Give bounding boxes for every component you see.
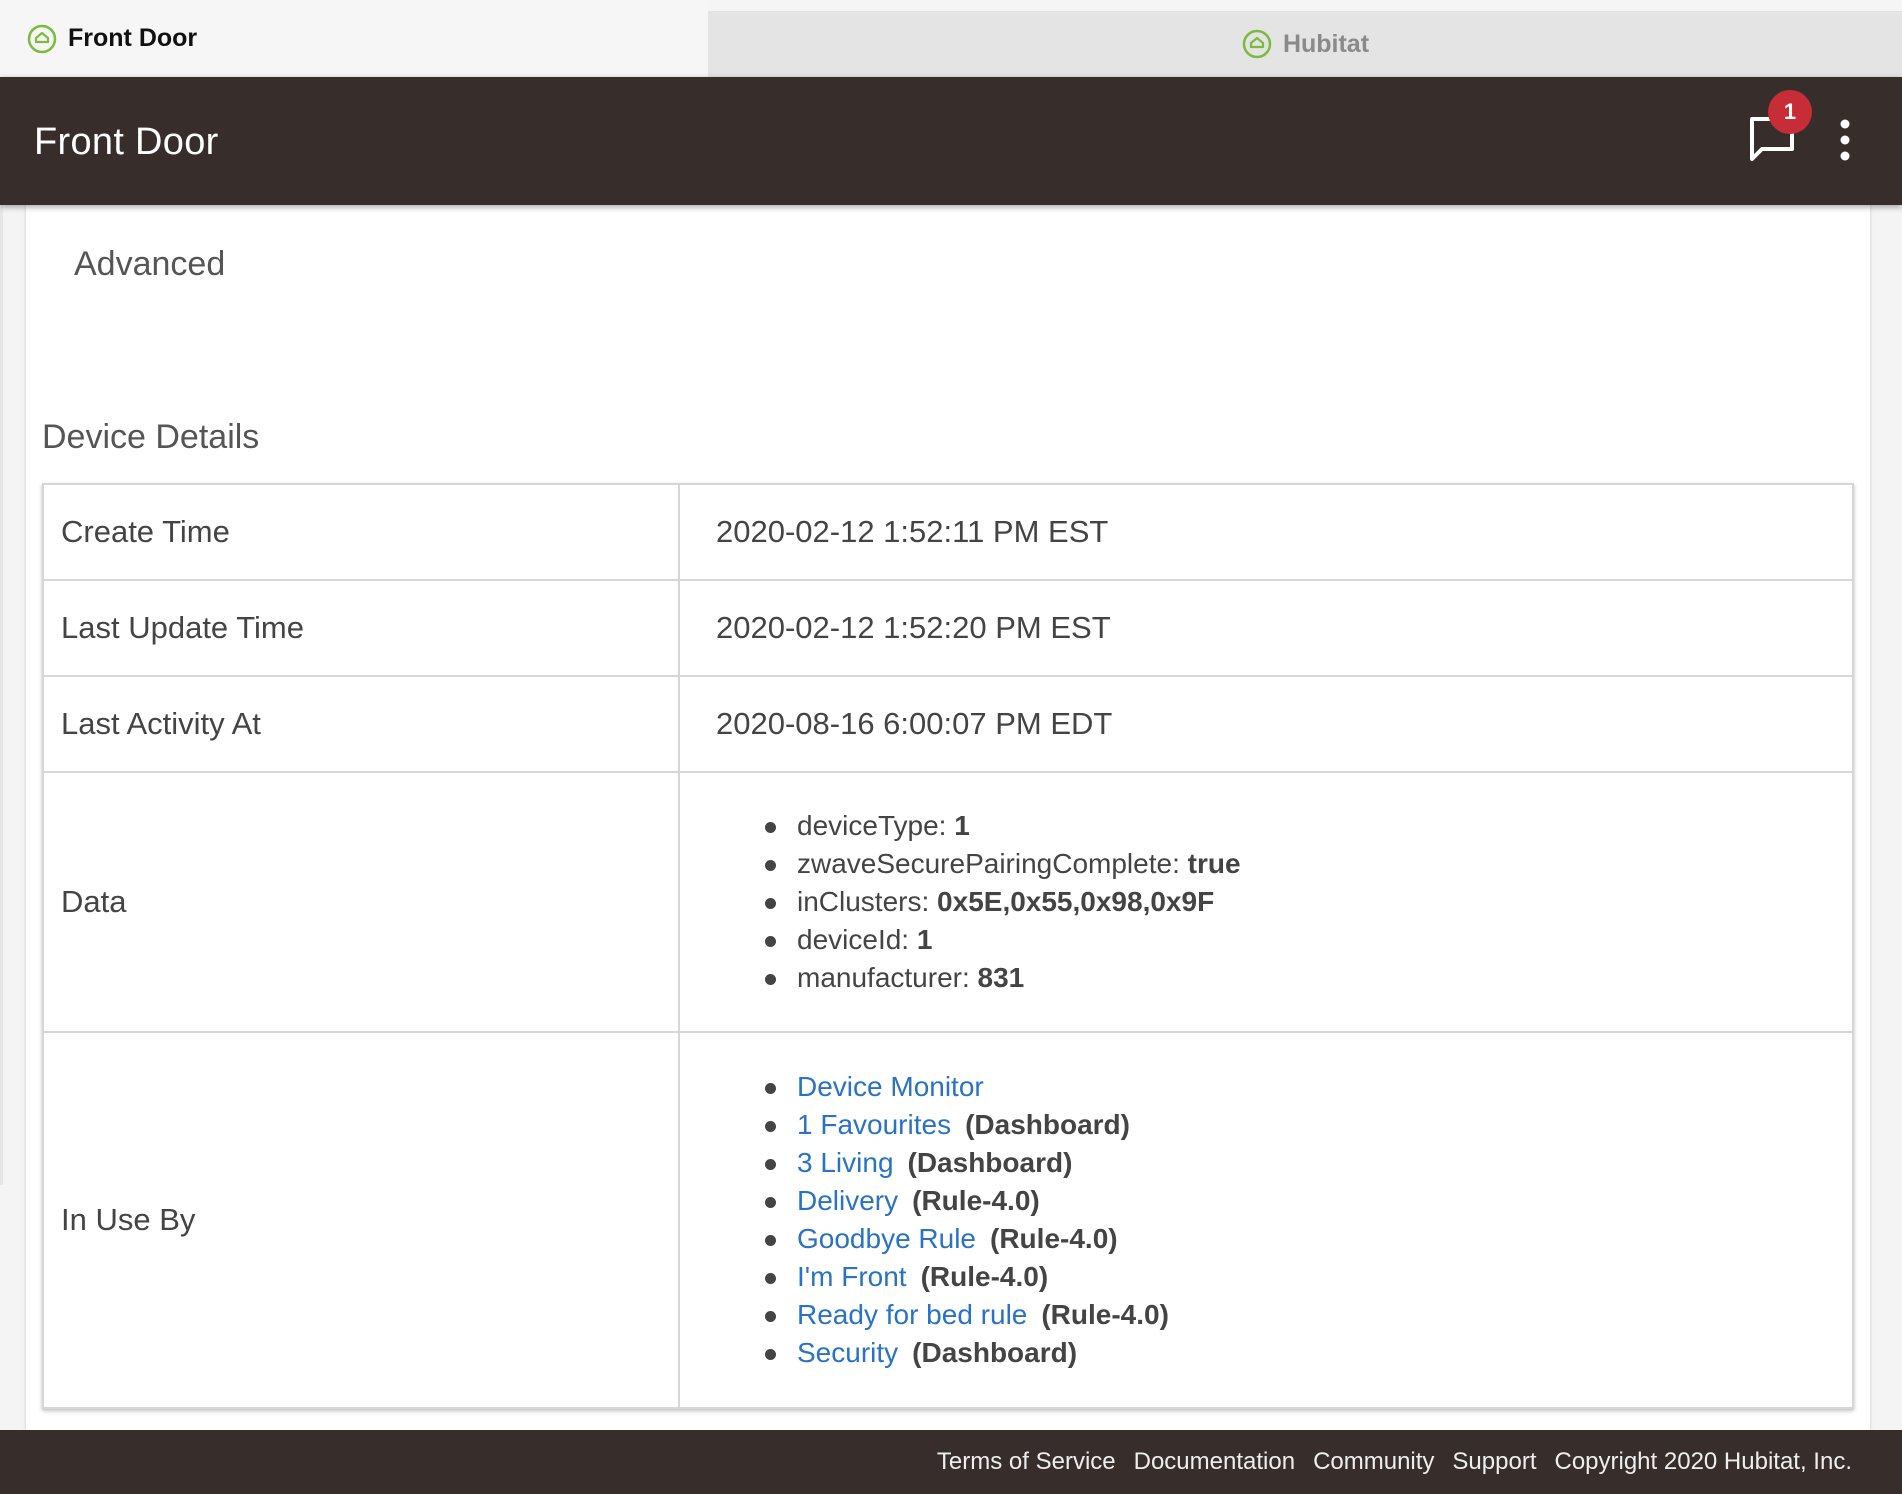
hubitat-logo-icon <box>26 23 58 55</box>
list-item: Device Monitor <box>765 1068 1851 1106</box>
footer: Terms of Service Documentation Community… <box>0 1430 1902 1494</box>
app-type: (Rule-4.0) <box>990 1223 1118 1254</box>
footer-copyright: Copyright 2020 Hubitat, Inc. <box>1554 1448 1852 1475</box>
advanced-toggle[interactable]: Advanced <box>74 245 225 284</box>
app-link[interactable]: Ready for bed rule <box>797 1299 1027 1330</box>
data-key: inClusters <box>797 886 922 917</box>
table-row: Create Time 2020-02-12 1:52:11 PM EST <box>42 483 1854 581</box>
create-time-label: Create Time <box>42 483 680 581</box>
app-type: (Dashboard) <box>965 1109 1130 1140</box>
app-link[interactable]: 3 Living <box>797 1147 894 1178</box>
app-bar: Front Door <box>0 77 1902 205</box>
data-key: deviceId <box>797 924 902 955</box>
last-activity-at-value: 2020-08-16 6:00:07 PM EDT <box>678 675 1854 773</box>
table-row: Last Update Time 2020-02-12 1:52:20 PM E… <box>42 579 1854 677</box>
app-link[interactable]: 1 Favourites <box>797 1109 951 1140</box>
tab-label: Front Door <box>68 24 198 52</box>
more-menu-button[interactable] <box>1830 115 1860 165</box>
app-type: (Dashboard) <box>907 1147 1073 1178</box>
list-item: deviceType: 1 <box>765 807 1851 845</box>
create-time-value: 2020-02-12 1:52:11 PM EST <box>678 483 1854 581</box>
list-item: deviceId: 1 <box>765 921 1851 959</box>
last-activity-at-label: Last Activity At <box>42 675 680 773</box>
list-item: 3 Living (Dashboard) <box>765 1144 1851 1182</box>
data-value: deviceType: 1 zwaveSecurePairingComplete… <box>678 771 1854 1033</box>
data-value-text: 1 <box>916 924 933 955</box>
data-value-text: 1 <box>954 810 970 841</box>
footer-link-support[interactable]: Support <box>1452 1448 1536 1476</box>
last-update-time-label: Last Update Time <box>42 579 680 677</box>
device-details-table: Create Time 2020-02-12 1:52:11 PM EST La… <box>42 483 1854 1409</box>
table-row: Data deviceType: 1 zwaveSecurePairingCom… <box>42 771 1854 1033</box>
list-item: Security (Dashboard) <box>765 1334 1851 1372</box>
data-list: deviceType: 1 zwaveSecurePairingComplete… <box>681 807 1851 997</box>
footer-link-documentation[interactable]: Documentation <box>1134 1448 1295 1476</box>
in-use-by-value: Device Monitor 1 Favourites (Dashboard) 3… <box>678 1031 1854 1409</box>
tab-label: Hubitat <box>1282 29 1370 58</box>
app-link[interactable]: Goodbye Rule <box>797 1223 976 1254</box>
device-details-title: Device Details <box>42 418 260 456</box>
app-link[interactable]: Security <box>797 1337 898 1368</box>
list-item: Ready for bed rule (Rule-4.0) <box>765 1296 1851 1334</box>
list-item: manufacturer: 831 <box>765 959 1851 997</box>
app-type: (Dashboard) <box>912 1337 1078 1368</box>
footer-link-terms[interactable]: Terms of Service <box>937 1448 1116 1476</box>
last-update-time-value: 2020-02-12 1:52:20 PM EST <box>678 579 1854 677</box>
list-item: I'm Front (Rule-4.0) <box>765 1258 1851 1296</box>
data-label: Data <box>42 771 680 1033</box>
footer-link-community[interactable]: Community <box>1313 1448 1434 1476</box>
page-title: Front Door <box>34 121 219 163</box>
notification-count-badge[interactable]: 1 <box>1768 90 1812 134</box>
data-key: manufacturer <box>797 962 962 993</box>
more-vert-icon <box>1840 119 1850 161</box>
table-row: Last Activity At 2020-08-16 6:00:07 PM E… <box>42 675 1854 773</box>
list-item: Delivery (Rule-4.0) <box>765 1182 1851 1220</box>
in-use-by-list: Device Monitor 1 Favourites (Dashboard) 3… <box>681 1068 1851 1372</box>
data-value-text: true <box>1187 848 1241 879</box>
data-key: zwaveSecurePairingComplete <box>797 848 1173 879</box>
hubitat-logo-icon <box>1241 28 1273 60</box>
in-use-by-label: In Use By <box>42 1031 680 1409</box>
app-link[interactable]: Delivery <box>797 1185 898 1216</box>
footer-links: Terms of Service Documentation Community… <box>919 1430 1852 1494</box>
data-value-text: 831 <box>977 962 1025 993</box>
tab-hubitat[interactable]: Hubitat <box>708 11 1902 77</box>
app-type: (Rule-4.0) <box>1041 1299 1169 1330</box>
app-link[interactable]: I'm Front <box>797 1261 907 1292</box>
app-type: (Rule-4.0) <box>920 1261 1049 1292</box>
list-item: Goodbye Rule (Rule-4.0) <box>765 1220 1851 1258</box>
data-key: deviceType <box>797 810 939 841</box>
list-item: 1 Favourites (Dashboard) <box>765 1106 1851 1144</box>
tab-front-door[interactable]: Front Door <box>0 0 708 77</box>
browser-tab-strip: Front Door Hubitat <box>0 0 1902 77</box>
left-edge <box>0 205 3 1185</box>
data-value-text: 0x5E,0x55,0x98,0x9F <box>937 886 1215 917</box>
list-item: zwaveSecurePairingComplete: true <box>765 845 1851 883</box>
app-type: (Rule-4.0) <box>912 1185 1040 1216</box>
table-row: In Use By Device Monitor 1 Favourites (Da… <box>42 1031 1854 1409</box>
app-link[interactable]: Device Monitor <box>797 1071 984 1102</box>
list-item: inClusters: 0x5E,0x55,0x98,0x9F <box>765 883 1851 921</box>
